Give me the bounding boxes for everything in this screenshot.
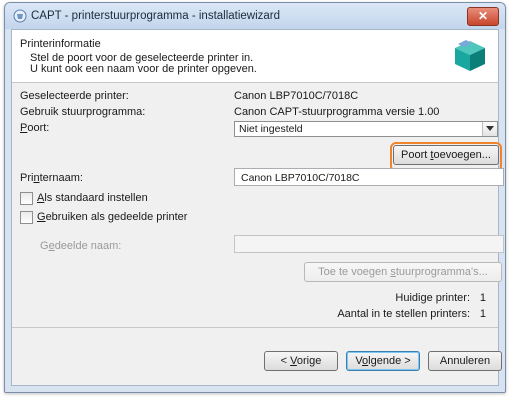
printer-name-input[interactable]: Canon LBP7010C/7018C: [234, 168, 504, 186]
window-title: CAPT - printerstuurprogramma - installat…: [31, 10, 281, 22]
title-bar[interactable]: CAPT - printerstuurprogramma - installat…: [5, 3, 505, 29]
canon-app-icon: [13, 9, 27, 23]
footer-separator: [12, 327, 498, 328]
dropdown-arrow-icon[interactable]: [482, 122, 497, 136]
total-printers-label: Aantal in te stellen printers:: [337, 308, 470, 320]
close-button[interactable]: ✕: [467, 7, 499, 26]
driver-value: Canon CAPT-stuurprogramma versie 1.00: [234, 106, 440, 118]
cancel-button[interactable]: Annuleren: [428, 351, 502, 371]
installation-wizard-window: CAPT - printerstuurprogramma - installat…: [4, 2, 506, 393]
port-label: Poort:: [20, 122, 50, 134]
total-printers-value: 1: [479, 308, 486, 320]
shared-name-input[interactable]: [234, 235, 504, 253]
next-button[interactable]: Volgende >: [346, 351, 420, 371]
header-title: Printerinformatie: [20, 38, 101, 50]
default-printer-label[interactable]: Als standaard instellen: [37, 192, 148, 204]
wizard-header: Printerinformatie Stel de poort voor de …: [12, 30, 498, 83]
printer-cube-icon: [455, 40, 485, 71]
add-drivers-button[interactable]: Toe te voegen stuurprogramma's...: [304, 262, 502, 282]
header-subtitle-line2: U kunt ook een naam voor de printer opge…: [30, 63, 257, 75]
current-printer-label: Huidige printer:: [395, 292, 470, 304]
printer-name-label: Printernaam:: [20, 172, 83, 184]
back-button[interactable]: < Vorige: [264, 351, 338, 371]
driver-label: Gebruik stuurprogramma:: [20, 106, 146, 118]
wizard-client-area: Printerinformatie Stel de poort voor de …: [11, 29, 504, 386]
selected-printer-label: Geselecteerde printer:: [20, 90, 129, 102]
port-selected-value: Niet ingesteld: [239, 123, 303, 135]
current-printer-value: 1: [479, 292, 486, 304]
add-port-button[interactable]: Poort toevoegen...: [393, 145, 499, 165]
port-select[interactable]: Niet ingesteld: [234, 121, 498, 137]
shared-name-label: Gedeelde naam:: [40, 240, 122, 252]
shared-printer-label[interactable]: Gebruiken als gedeelde printer: [37, 211, 187, 223]
selected-printer-value: Canon LBP7010C/7018C: [234, 90, 359, 102]
default-printer-checkbox[interactable]: [20, 192, 33, 205]
shared-printer-checkbox[interactable]: [20, 211, 33, 224]
